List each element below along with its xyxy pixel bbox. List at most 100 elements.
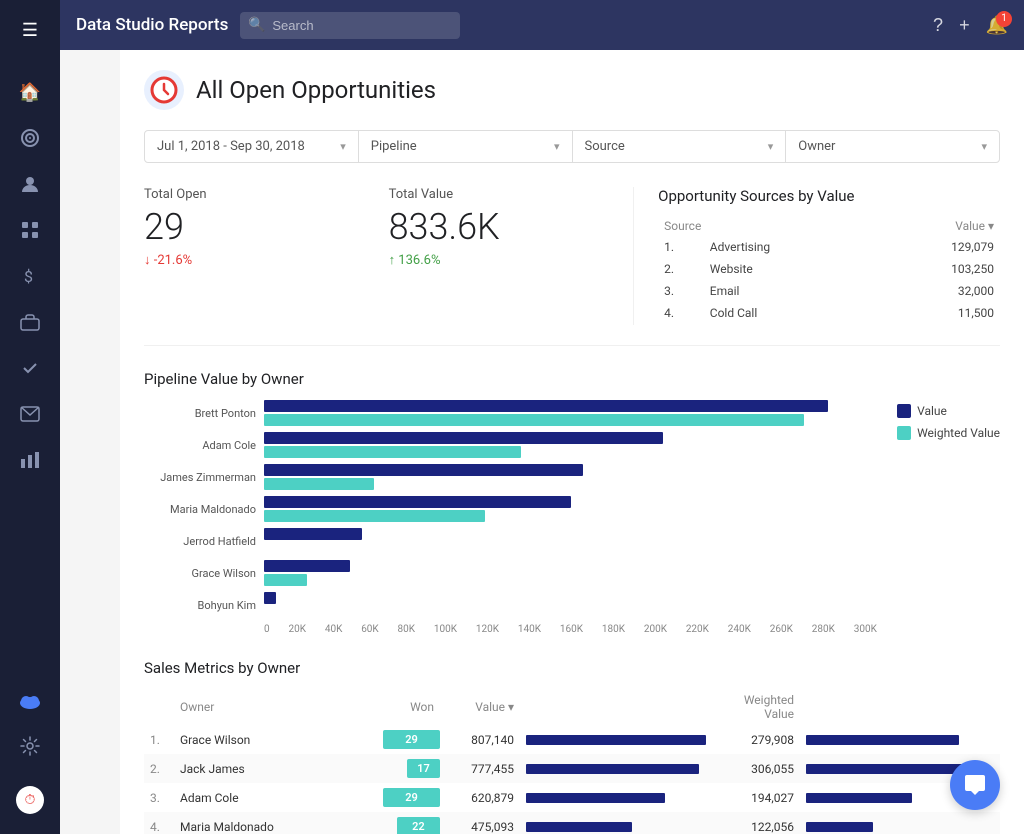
sidebar-person-icon[interactable] <box>10 164 50 204</box>
metrics-value: 620,879 <box>440 783 520 812</box>
metrics-weighted-bar-cell <box>800 725 1000 754</box>
weighted-bar <box>264 414 804 426</box>
chat-fab[interactable] <box>950 760 1000 810</box>
sidebar-target-icon[interactable] <box>10 118 50 158</box>
add-button[interactable]: + <box>959 15 970 36</box>
sources-row: 1. Advertising 129,079 <box>660 237 998 257</box>
metrics-section: Sales Metrics by Owner Owner Won Value ▾… <box>144 659 1000 834</box>
filter-date-chevron: ▾ <box>340 140 346 153</box>
won-bar: 17 <box>407 759 440 778</box>
filter-pipeline[interactable]: Pipeline ▾ <box>359 131 573 162</box>
sidebar-dollar-icon[interactable]: $ <box>10 256 50 296</box>
notification-wrap: 🔔 1 <box>986 15 1008 36</box>
pipeline-owner-label: Jerrod Hatfield <box>144 535 264 548</box>
metrics-won-cell: 22 <box>320 812 440 834</box>
filter-date-label: Jul 1, 2018 - Sep 30, 2018 <box>157 139 305 154</box>
metrics-owner: Maria Maldonado <box>174 812 320 834</box>
filter-pipeline-label: Pipeline <box>371 139 417 154</box>
metrics-owner: Jack James <box>174 754 320 783</box>
sidebar-settings-icon[interactable] <box>10 726 50 766</box>
weighted-mini-bar <box>806 764 973 774</box>
source-rank: 2. <box>660 259 704 279</box>
total-open-label: Total Open <box>144 187 369 202</box>
legend-label: Value <box>917 404 947 418</box>
axis-label: 200K <box>644 624 667 635</box>
axis-label: 280K <box>812 624 835 635</box>
pipeline-bars <box>264 464 877 490</box>
topbar: Data Studio Reports 🔍 ? + 🔔 1 <box>60 0 1024 50</box>
sidebar-briefcase-icon[interactable] <box>10 302 50 342</box>
pipeline-row: Bohyun Kim <box>144 592 877 618</box>
metrics-rank: 1. <box>144 725 174 754</box>
metrics-value: 475,093 <box>440 812 520 834</box>
sidebar-cloud-icon[interactable] <box>10 680 50 720</box>
chart-legend: Value Weighted Value <box>897 400 1000 635</box>
value-bar <box>264 592 276 604</box>
col-weighted-bar <box>800 689 1000 725</box>
pipeline-row: Brett Ponton <box>144 400 877 426</box>
weighted-bar <box>264 574 307 586</box>
source-name: Cold Call <box>706 303 872 323</box>
axis-label: 300K <box>854 624 877 635</box>
sidebar-home-icon[interactable]: 🏠 <box>10 72 50 112</box>
won-bar: 29 <box>383 730 440 749</box>
filter-pipeline-chevron: ▾ <box>554 140 560 153</box>
pipeline-bars <box>264 560 877 586</box>
pipeline-row: Maria Maldonado <box>144 496 877 522</box>
pipeline-owner-label: Grace Wilson <box>144 567 264 580</box>
sidebar-chart-icon[interactable] <box>10 440 50 480</box>
weighted-bar <box>264 510 485 522</box>
filter-owner-chevron: ▾ <box>981 140 987 153</box>
sidebar-grid-icon[interactable] <box>10 210 50 250</box>
metrics-row: 3. Adam Cole 29 620,879 194,027 <box>144 783 1000 812</box>
metrics-rank: 4. <box>144 812 174 834</box>
axis-label: 180K <box>602 624 625 635</box>
value-bar <box>264 400 828 412</box>
pipeline-bars <box>264 496 877 522</box>
source-rank: 3. <box>660 281 704 301</box>
main-content: All Open Opportunities Jul 1, 2018 - Sep… <box>120 50 1024 834</box>
source-value: 129,079 <box>874 237 998 257</box>
pipeline-owner-label: Bohyun Kim <box>144 599 264 612</box>
sources-title: Opportunity Sources by Value <box>658 187 1000 205</box>
metrics-won-cell: 17 <box>320 754 440 783</box>
total-open-change: ↓ -21.6% <box>144 252 369 268</box>
weighted-bar <box>264 446 521 458</box>
sidebar-mail-icon[interactable] <box>10 394 50 434</box>
search-input[interactable] <box>240 12 460 39</box>
metrics-won-cell: 29 <box>320 783 440 812</box>
pipeline-row: James Zimmerman <box>144 464 877 490</box>
source-rank: 1. <box>660 237 704 257</box>
axis-label: 120K <box>476 624 499 635</box>
filter-date[interactable]: Jul 1, 2018 - Sep 30, 2018 ▾ <box>145 131 359 162</box>
col-owner: Owner <box>174 689 320 725</box>
source-value: 32,000 <box>874 281 998 301</box>
metrics-weighted: 122,056 <box>720 812 800 834</box>
axis-label: 60K <box>361 624 379 635</box>
value-mini-bar <box>526 735 706 745</box>
value-bar <box>264 496 571 508</box>
sidebar-menu-icon[interactable]: ☰ <box>10 10 50 50</box>
sources-row: 3. Email 32,000 <box>660 281 998 301</box>
metrics-row: 4. Maria Maldonado 22 475,093 122,056 <box>144 812 1000 834</box>
value-bar <box>264 528 362 540</box>
metrics-won-cell: 29 <box>320 725 440 754</box>
metrics-owner: Adam Cole <box>174 783 320 812</box>
page-icon <box>144 70 184 110</box>
source-rank: 4. <box>660 303 704 323</box>
metrics-value: 777,455 <box>440 754 520 783</box>
total-value-value: 833.6K <box>389 208 614 248</box>
filter-source[interactable]: Source ▾ <box>573 131 787 162</box>
metrics-rank: 3. <box>144 783 174 812</box>
pipeline-row: Adam Cole <box>144 432 877 458</box>
filter-owner[interactable]: Owner ▾ <box>786 131 999 162</box>
col-value: Value ▾ <box>440 689 520 725</box>
help-button[interactable]: ? <box>933 15 943 36</box>
axis-label: 260K <box>770 624 793 635</box>
metrics-row: 2. Jack James 17 777,455 306,055 <box>144 754 1000 783</box>
filters-row: Jul 1, 2018 - Sep 30, 2018 ▾ Pipeline ▾ … <box>144 130 1000 163</box>
pipeline-row: Grace Wilson <box>144 560 877 586</box>
sidebar-check-icon[interactable] <box>10 348 50 388</box>
search-wrap: 🔍 <box>240 12 460 39</box>
source-name: Email <box>706 281 872 301</box>
